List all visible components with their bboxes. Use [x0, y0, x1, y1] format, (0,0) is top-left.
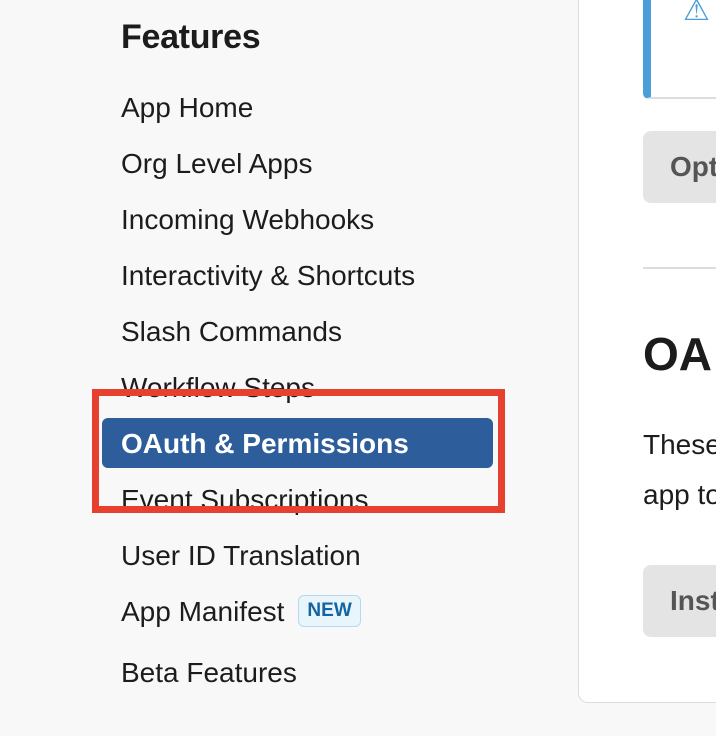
sidebar-item-oauth-permissions[interactable]: OAuth & Permissions — [102, 418, 493, 468]
sidebar-item-event-subscriptions[interactable]: Event Subscriptions — [121, 480, 368, 520]
sidebar-item-incoming-webhooks[interactable]: Incoming Webhooks — [121, 200, 374, 240]
warning-icon: ⚠ — [683, 0, 710, 27]
sidebar-item-slash-commands[interactable]: Slash Commands — [121, 312, 342, 352]
new-badge: NEW — [298, 594, 361, 627]
sidebar-item-workflow-steps[interactable]: Workflow Steps — [121, 368, 315, 408]
sidebar-item-user-id-translation[interactable]: User ID Translation — [121, 536, 361, 576]
sidebar-item-app-home[interactable]: App Home — [121, 88, 253, 128]
sidebar-item-label: App Manifest — [121, 596, 285, 627]
option-button[interactable]: Opt — [643, 131, 716, 203]
features-sidebar: Features App Home Org Level Apps Incomin… — [0, 0, 560, 736]
main-content-panel: ⚠ Opt OA These app to Inst — [578, 0, 716, 703]
sidebar-item-app-manifest[interactable]: App Manifest NEW — [121, 592, 361, 632]
description-line-1: These — [643, 429, 716, 460]
sidebar-item-beta-features[interactable]: Beta Features — [121, 653, 297, 693]
sidebar-item-org-level-apps[interactable]: Org Level Apps — [121, 144, 312, 184]
install-button[interactable]: Inst — [643, 565, 716, 637]
section-heading: OA — [643, 328, 712, 380]
description-line-2: app to — [643, 479, 716, 510]
sidebar-section-title: Features — [121, 18, 261, 56]
sidebar-item-interactivity-shortcuts[interactable]: Interactivity & Shortcuts — [121, 256, 415, 296]
section-divider — [643, 267, 716, 269]
